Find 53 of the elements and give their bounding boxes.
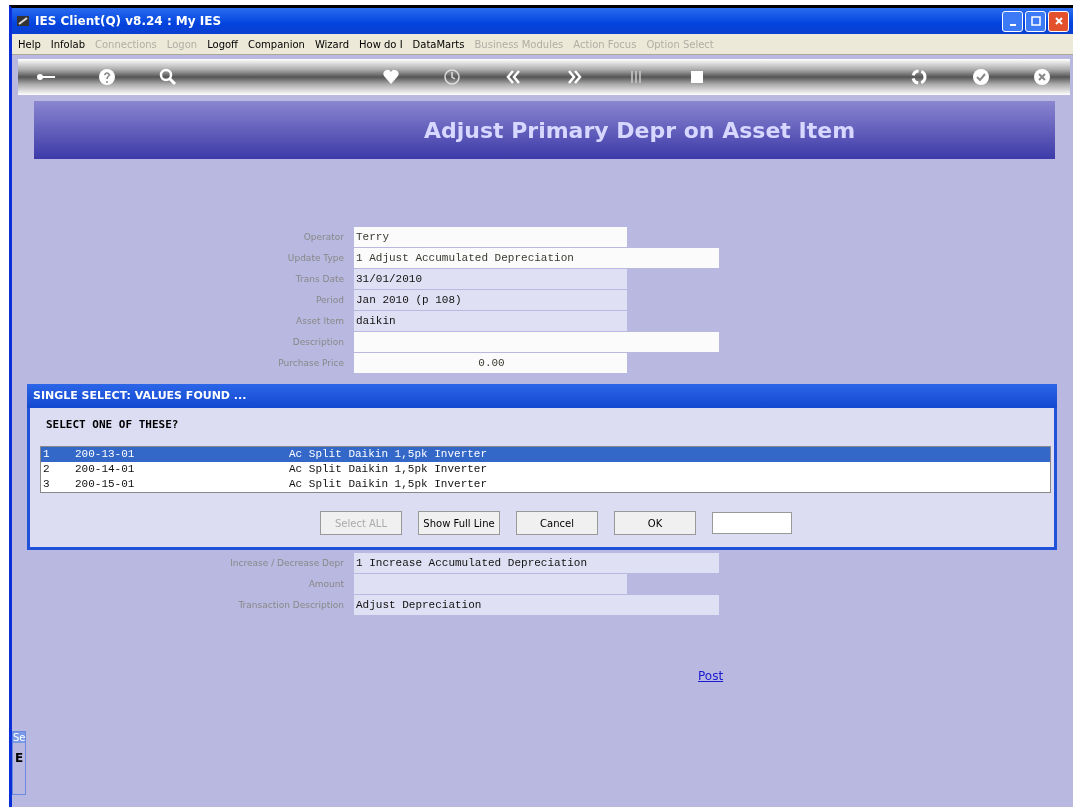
input-field[interactable]: daikin xyxy=(354,311,627,331)
input-field[interactable]: Adjust Depreciation xyxy=(354,595,719,615)
post-link[interactable]: Post xyxy=(698,669,724,683)
maximize-button[interactable] xyxy=(1025,10,1046,32)
close-icon[interactable] xyxy=(1031,67,1052,87)
input-field[interactable]: Terry xyxy=(354,227,627,247)
field-label: Update Type xyxy=(286,253,345,263)
minimize-button[interactable] xyxy=(1002,10,1023,32)
field-label: Period xyxy=(314,295,345,305)
field-label: Description xyxy=(291,337,345,347)
field-label: Purchase Price xyxy=(277,358,345,368)
app-icon xyxy=(16,14,30,28)
list-row[interactable]: 3 200-15-01 Ac Split Daikin 1,5pk Inverter xyxy=(41,477,1050,492)
maximize-icon xyxy=(1030,16,1041,26)
input-field[interactable] xyxy=(354,332,719,352)
input-field[interactable] xyxy=(354,574,627,594)
input-field[interactable]: 0.00 xyxy=(354,353,627,373)
help-icon[interactable] xyxy=(97,67,118,87)
dialog-button[interactable]: Show Full Line xyxy=(418,511,500,535)
field-label: Trans Date xyxy=(294,274,345,284)
panel-title: Se xyxy=(13,732,25,743)
list-row[interactable]: 1 200-13-01 Ac Split Daikin 1,5pk Inverter xyxy=(41,447,1050,462)
list-row[interactable]: 2 200-14-01 Ac Split Daikin 1,5pk Inverter xyxy=(41,462,1050,477)
panel-text: E xyxy=(14,751,25,765)
window-title: IES Client(Q) v8.24 : My IES xyxy=(35,14,222,28)
input-field[interactable]: 1 Adjust Accumulated Depreciation xyxy=(354,248,719,268)
field-label: Amount xyxy=(307,579,345,589)
close-icon xyxy=(1053,16,1064,26)
page-title: Adjust Primary Depr on Asset Item xyxy=(34,101,1055,159)
field-label: Asset Item xyxy=(295,316,345,326)
input-field[interactable]: 1 Increase Accumulated Depreciation xyxy=(354,553,719,573)
dialog-button[interactable]: OK xyxy=(614,511,696,535)
dialog-prompt: SELECT ONE OF THESE? xyxy=(45,417,180,433)
input-field[interactable]: Jan 2010 (p 108) xyxy=(354,290,627,310)
dialog-title: SINGLE SELECT: VALUES FOUND ... xyxy=(27,384,1057,408)
menu-item[interactable]: How do I xyxy=(359,38,403,50)
minimize-icon xyxy=(1009,23,1016,26)
field-label: Operator xyxy=(302,232,345,242)
close-button[interactable] xyxy=(1048,10,1069,32)
menu-item[interactable]: Companion xyxy=(248,38,305,50)
dialog-button[interactable]: Cancel xyxy=(516,511,598,535)
input-field[interactable]: 31/01/2010 xyxy=(354,269,627,289)
menu-item[interactable]: Infolab xyxy=(50,38,85,50)
menu-item[interactable]: Wizard xyxy=(314,38,349,50)
clock-icon[interactable] xyxy=(442,67,463,87)
search-icon[interactable] xyxy=(158,67,179,87)
check-icon[interactable] xyxy=(970,67,991,87)
input-field[interactable] xyxy=(712,512,792,534)
menu-item[interactable]: Logoff xyxy=(207,38,238,50)
menu-item[interactable]: DataMarts xyxy=(412,38,465,50)
field-label: Transaction Description xyxy=(237,600,345,610)
field-label: Increase / Decrease Depr xyxy=(229,558,345,568)
menu-item[interactable]: Help xyxy=(18,38,41,50)
